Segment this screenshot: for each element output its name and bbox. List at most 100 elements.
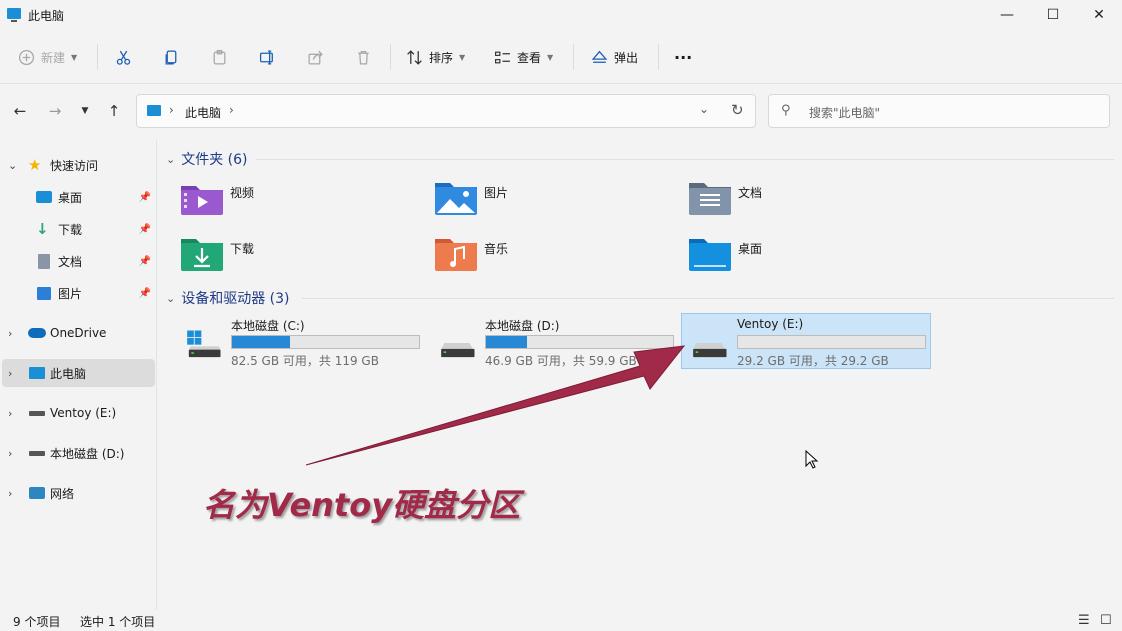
- sidebar-item-documents[interactable]: 文档 📌: [2, 247, 155, 275]
- chevron-right-icon[interactable]: ›: [8, 447, 12, 460]
- pin-icon: 📌: [138, 255, 151, 267]
- recent-locations-button[interactable]: ▼: [74, 100, 96, 122]
- tiles-view-button[interactable]: ☐: [1100, 613, 1116, 629]
- videos-folder-icon: [181, 186, 223, 215]
- folder-downloads[interactable]: 下载: [180, 236, 420, 284]
- chevron-right-icon[interactable]: ›: [8, 367, 12, 380]
- share-button[interactable]: [307, 40, 324, 74]
- sidebar-item-pictures[interactable]: 图片 📌: [2, 279, 155, 307]
- drive-c[interactable]: 本地磁盘 (C:) 82.5 GB 可用，共 119 GB: [175, 313, 425, 369]
- window-title: 此电脑: [28, 9, 65, 23]
- sort-label: 排序: [429, 50, 454, 65]
- sidebar-item-quick-access[interactable]: ⌄ ★ 快速访问: [2, 151, 155, 179]
- drive-usage-bar: [485, 335, 674, 349]
- mouse-cursor-icon: [805, 450, 819, 469]
- chevron-right-icon[interactable]: ›: [8, 487, 12, 500]
- computer-icon: [29, 367, 45, 379]
- music-folder-icon: [435, 239, 477, 271]
- delete-button[interactable]: [355, 40, 372, 74]
- chevron-down-icon: ⌄: [166, 291, 176, 305]
- sidebar-item-onedrive[interactable]: › OneDrive: [2, 319, 155, 347]
- minimize-button[interactable]: —: [984, 0, 1030, 30]
- drive-ventoy-e[interactable]: Ventoy (E:) 29.2 GB 可用，共 29.2 GB: [681, 313, 931, 369]
- selected-count: 选中 1 个项目: [80, 615, 156, 629]
- divider: [658, 44, 659, 70]
- pictures-folder-icon: [435, 183, 477, 215]
- chevron-down-icon[interactable]: ⌄: [8, 159, 17, 172]
- new-button[interactable]: 新建 ▼: [18, 40, 77, 74]
- sidebar-item-downloads[interactable]: ↓ 下载 📌: [2, 215, 155, 243]
- rename-button[interactable]: [259, 40, 276, 74]
- folder-name: 视频: [230, 186, 255, 200]
- view-label: 查看: [517, 50, 542, 65]
- folder-name: 下载: [230, 242, 255, 256]
- drive-space-info: 29.2 GB 可用，共 29.2 GB: [737, 354, 889, 368]
- divider: [573, 44, 574, 70]
- drive-space-info: 82.5 GB 可用，共 119 GB: [231, 354, 379, 368]
- search-box[interactable]: ⚲ 搜索"此电脑": [768, 94, 1110, 128]
- sidebar-item-label: 图片: [58, 286, 83, 301]
- breadcrumb[interactable]: 此电脑: [185, 104, 221, 121]
- downloads-folder-icon: [181, 239, 223, 271]
- maximize-button[interactable]: ☐: [1030, 0, 1076, 30]
- address-bar[interactable]: › 此电脑 › ⌄ ↻: [136, 94, 756, 128]
- chevron-right-icon: ›: [169, 103, 174, 117]
- folder-pictures[interactable]: 图片: [434, 180, 674, 228]
- folder-name: 桌面: [738, 242, 763, 256]
- cut-button[interactable]: [115, 40, 132, 74]
- command-bar: 新建 ▼ 排序 ▼ 查看 ▼ 弹出 ···: [0, 30, 1122, 84]
- folder-music[interactable]: 音乐: [434, 236, 674, 284]
- chevron-down-icon: ▼: [547, 52, 554, 62]
- refresh-icon[interactable]: ↻: [731, 101, 744, 119]
- address-history-button[interactable]: ⌄: [699, 102, 709, 116]
- chevron-down-icon: ⌄: [166, 152, 176, 166]
- pin-icon: 📌: [138, 287, 151, 299]
- folder-desktop[interactable]: 桌面: [688, 236, 928, 284]
- eject-button[interactable]: 弹出: [591, 40, 638, 74]
- up-button[interactable]: ↑: [103, 100, 125, 122]
- more-options-button[interactable]: ···: [674, 40, 692, 74]
- navigation-pane: ⌄ ★ 快速访问 桌面 📌 ↓ 下载 📌 文档 📌 图片 📌 › OneDriv: [0, 140, 157, 610]
- folder-name: 文档: [738, 186, 763, 200]
- drive-space-info: 46.9 GB 可用，共 59.9 GB: [485, 354, 637, 368]
- sidebar-item-this-pc[interactable]: › 此电脑: [2, 359, 155, 387]
- drive-icon: [29, 410, 45, 416]
- desktop-folder-icon: [689, 239, 731, 271]
- copy-button[interactable]: [163, 40, 180, 74]
- view-button[interactable]: 查看 ▼: [494, 40, 553, 74]
- picture-icon: [37, 286, 51, 300]
- scissors-icon: [116, 50, 131, 65]
- drive-d[interactable]: 本地磁盘 (D:) 46.9 GB 可用，共 59.9 GB: [429, 313, 679, 369]
- chevron-right-icon[interactable]: ›: [229, 103, 234, 117]
- forward-button[interactable]: →: [44, 100, 66, 122]
- chevron-right-icon[interactable]: ›: [8, 407, 12, 420]
- details-view-button[interactable]: ☰: [1078, 613, 1094, 629]
- sidebar-item-label: 文档: [58, 254, 83, 269]
- trash-icon: [358, 50, 369, 65]
- view-list-icon: [495, 51, 510, 63]
- folders-section-header[interactable]: ⌄ 文件夹 (6): [166, 149, 248, 169]
- sort-button[interactable]: 排序 ▼: [406, 40, 465, 74]
- sidebar-item-ventoy-drive[interactable]: › Ventoy (E:): [2, 399, 155, 427]
- sidebar-item-label: 桌面: [58, 190, 83, 205]
- sidebar-item-network[interactable]: › 网络: [2, 479, 155, 507]
- divider: [390, 44, 391, 70]
- search-placeholder[interactable]: 搜索"此电脑": [809, 104, 880, 121]
- chevron-right-icon[interactable]: ›: [8, 327, 12, 340]
- drive-name: Ventoy (E:): [737, 317, 804, 331]
- hard-drive-icon: [693, 343, 727, 358]
- pin-icon: 📌: [138, 223, 151, 235]
- drives-section-header[interactable]: ⌄ 设备和驱动器 (3): [166, 288, 290, 308]
- sidebar-item-label: 网络: [50, 486, 75, 501]
- folder-videos[interactable]: 视频: [180, 180, 420, 228]
- computer-icon: [7, 8, 21, 22]
- paste-button[interactable]: [211, 40, 228, 74]
- folder-name: 音乐: [484, 242, 509, 256]
- folder-documents[interactable]: 文档: [688, 180, 928, 228]
- sidebar-item-desktop[interactable]: 桌面 📌: [2, 183, 155, 211]
- sidebar-item-label: Ventoy (E:): [50, 406, 117, 420]
- close-button[interactable]: ✕: [1076, 0, 1122, 30]
- back-button[interactable]: ←: [9, 100, 31, 122]
- new-label: 新建: [41, 50, 66, 65]
- sidebar-item-local-disk-d[interactable]: › 本地磁盘 (D:): [2, 439, 155, 467]
